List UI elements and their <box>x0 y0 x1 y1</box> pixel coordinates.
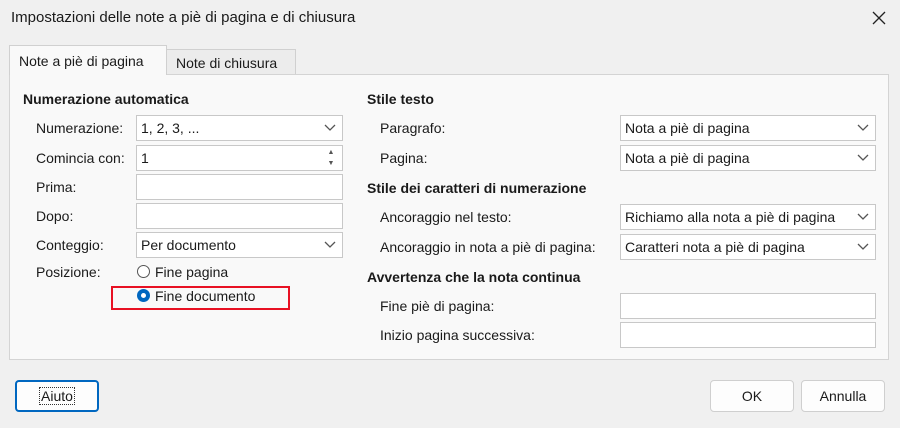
numbering-select[interactable]: 1, 2, 3, ... <box>136 115 343 141</box>
anchor-in-footnote-label: Ancoraggio in nota a piè di pagina: <box>380 239 596 255</box>
auto-numbering-heading: Numerazione automatica <box>23 91 189 107</box>
start-at-label: Comincia con: <box>36 150 125 166</box>
numbering-label: Numerazione: <box>36 120 124 136</box>
spin-down-icon[interactable]: ▼ <box>322 158 340 169</box>
count-select[interactable]: Per documento <box>136 232 343 258</box>
end-of-footnote-label: Fine piè di pagina: <box>380 298 495 314</box>
highlight-box <box>111 286 290 310</box>
start-at-value: 1 <box>141 150 149 166</box>
tab-footnotes[interactable]: Note a piè di pagina <box>9 45 167 75</box>
before-label: Prima: <box>36 179 77 195</box>
close-button[interactable] <box>866 4 892 32</box>
close-icon <box>872 11 886 25</box>
before-input[interactable] <box>136 174 343 200</box>
chevron-down-icon <box>854 149 872 167</box>
numbering-value: 1, 2, 3, ... <box>141 120 200 136</box>
chevron-down-icon <box>854 119 872 137</box>
radio-end-of-page[interactable] <box>137 265 150 278</box>
count-value: Per documento <box>141 237 236 253</box>
start-at-stepper[interactable]: 1 ▲ ▼ <box>136 145 343 171</box>
page-value: Nota a piè di pagina <box>625 150 750 166</box>
numbering-char-style-heading: Stile dei caratteri di numerazione <box>367 180 587 196</box>
help-button[interactable]: Aiuto <box>15 380 99 412</box>
window-title: Impostazioni delle note a piè di pagina … <box>11 9 356 26</box>
page-label: Pagina: <box>380 150 428 166</box>
anchor-in-footnote-select[interactable]: Caratteri nota a piè di pagina <box>620 234 876 260</box>
position-label: Posizione: <box>36 264 101 280</box>
count-label: Conteggio: <box>36 237 104 253</box>
paragraph-label: Paragrafo: <box>380 120 446 136</box>
next-page-start-label: Inizio pagina successiva: <box>380 327 535 343</box>
page-select[interactable]: Nota a piè di pagina <box>620 145 876 171</box>
continuation-notice-heading: Avvertenza che la nota continua <box>367 269 581 285</box>
anchor-in-text-value: Richiamo alla nota a piè di pagina <box>625 209 836 225</box>
paragraph-select[interactable]: Nota a piè di pagina <box>620 115 876 141</box>
next-page-start-input[interactable] <box>620 322 876 348</box>
chevron-down-icon <box>321 119 339 137</box>
after-label: Dopo: <box>36 208 74 224</box>
end-of-page-label[interactable]: Fine pagina <box>155 264 228 280</box>
end-of-footnote-input[interactable] <box>620 293 876 319</box>
chevron-down-icon <box>321 236 339 254</box>
cancel-button[interactable]: Annulla <box>801 380 885 412</box>
spin-up-icon[interactable]: ▲ <box>322 147 340 158</box>
anchor-in-text-label: Ancoraggio nel testo: <box>380 209 512 225</box>
tab-endnotes[interactable]: Note di chiusura <box>167 49 296 76</box>
chevron-down-icon <box>854 208 872 226</box>
anchor-in-footnote-value: Caratteri nota a piè di pagina <box>625 239 805 255</box>
after-input[interactable] <box>136 203 343 229</box>
help-button-label: Aiuto <box>39 387 75 405</box>
paragraph-value: Nota a piè di pagina <box>625 120 750 136</box>
anchor-in-text-select[interactable]: Richiamo alla nota a piè di pagina <box>620 204 876 230</box>
text-style-heading: Stile testo <box>367 91 434 107</box>
chevron-down-icon <box>854 238 872 256</box>
ok-button[interactable]: OK <box>710 380 794 412</box>
